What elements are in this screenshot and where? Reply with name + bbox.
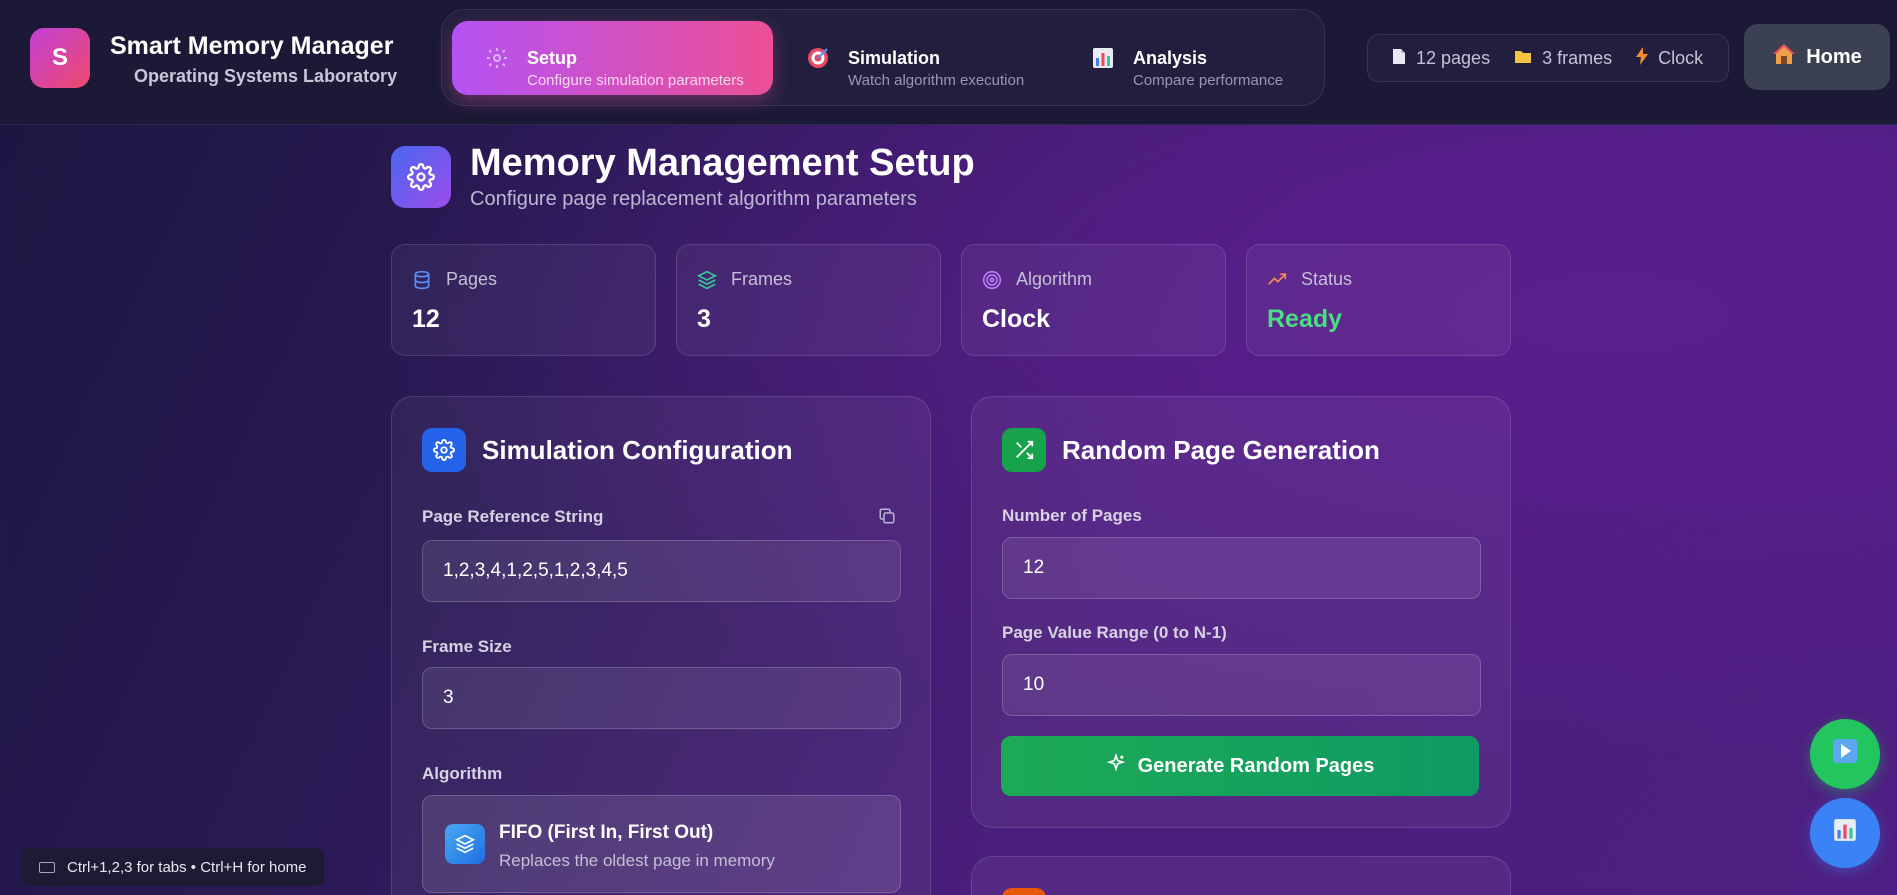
frame-size-input[interactable]: 3 [422,667,901,729]
sparkles-icon [1106,752,1126,779]
simulation-config-panel: Simulation Configuration Page Reference … [391,396,931,895]
play-icon [1832,738,1858,771]
page-range-label: Page Value Range (0 to N-1) [1002,623,1227,642]
keyboard-shortcut-hint: Ctrl+1,2,3 for tabs • Ctrl+H for home [21,848,324,886]
tab-label: Analysis [1133,48,1208,68]
bar-chart-icon [1090,46,1116,72]
page-gear-icon [391,146,451,208]
play-fab-button[interactable] [1810,719,1880,789]
panel-icon [1002,888,1046,895]
stat-label: Frames [731,269,793,289]
home-button-label: Home [1806,45,1862,68]
stat-label: Status [1301,269,1353,289]
tab-simulation[interactable]: Simulation Watch algorithm execution [773,21,1049,95]
header-stats: 12 pages 3 frames Clock [1367,34,1729,82]
next-panel [971,856,1511,895]
algorithm-label: Algorithm [422,764,503,783]
top-header: S Smart Memory Manager Operating Systems… [0,0,1897,125]
ref-string-input[interactable]: 1,2,3,4,1,2,5,1,2,3,4,5 [422,540,901,602]
shuffle-icon [1002,428,1046,472]
tab-setup[interactable]: Setup Configure simulation parameters [452,21,773,95]
algorithm-description: Replaces the oldest page in memory [499,851,775,870]
stat-card-pages: Pages 12 [391,244,656,356]
tab-subtitle: Configure simulation parameters [527,72,744,89]
tab-bar: Setup Configure simulation parameters Si… [441,9,1325,106]
generate-button-label: Generate Random Pages [1137,754,1375,777]
tab-subtitle: Compare performance [1133,72,1284,89]
stat-card-algorithm: Algorithm Clock [961,244,1226,356]
header-stat-pages: 12 pages [1392,48,1490,69]
home-button[interactable]: Home [1744,24,1890,90]
tab-label: Simulation [848,48,941,68]
stat-label: Algorithm [1016,269,1093,289]
analysis-fab-button[interactable] [1810,798,1880,868]
folder-icon [1514,49,1532,68]
tab-analysis[interactable]: Analysis Compare performance [1058,21,1308,95]
header-stat-algorithm: Clock [1636,47,1703,69]
trending-up-icon [1267,270,1287,290]
layers-icon [445,824,485,864]
generate-random-pages-button[interactable]: Generate Random Pages [1001,736,1479,796]
target-icon [982,270,1002,290]
num-pages-input[interactable]: 12 [1002,537,1481,599]
algorithm-option-fifo[interactable]: FIFO (First In, First Out) Replaces the … [422,795,901,893]
app-logo[interactable]: S [30,28,90,88]
stat-value: Clock [982,305,1051,333]
bar-chart-icon [1832,817,1858,850]
frame-size-label: Frame Size [422,637,512,656]
algorithm-name: FIFO (First In, First Out) [499,822,714,843]
stat-card-status: Status Ready [1246,244,1511,356]
header-algorithm-text: Clock [1658,47,1704,68]
header-stat-frames: 3 frames [1514,48,1612,69]
ref-string-label: Page Reference String [422,507,604,526]
shortcut-text: Ctrl+1,2,3 for tabs • Ctrl+H for home [67,858,307,876]
header-frames-text: 3 frames [1542,47,1613,68]
gear-icon [484,46,510,72]
target-icon [805,46,831,72]
stat-card-frames: Frames 3 [676,244,941,356]
layers-icon [696,270,718,290]
tab-label: Setup [527,48,578,68]
header-pages-text: 12 pages [1416,47,1491,68]
logo-letter: S [51,44,68,71]
house-icon [1772,43,1796,71]
page-icon [1392,48,1406,69]
app-subtitle: Operating Systems Laboratory [134,66,398,86]
stat-value: 3 [697,305,711,333]
tab-subtitle: Watch algorithm execution [848,72,1025,89]
page-subtitle: Configure page replacement algorithm par… [470,188,917,210]
gear-icon [422,428,466,472]
status-value: Ready [1267,305,1343,333]
stat-label: Pages [446,269,498,289]
panel-title: Random Page Generation [1062,435,1380,465]
page-range-input[interactable]: 10 [1002,654,1481,716]
panel-title: Simulation Configuration [482,435,793,465]
num-pages-label: Number of Pages [1002,506,1142,525]
keyboard-icon [39,861,55,873]
copy-icon[interactable] [878,507,896,530]
database-icon [412,270,432,290]
page-title: Memory Management Setup [470,142,975,184]
stat-value: 12 [412,305,440,333]
app-title: Smart Memory Manager [110,32,394,60]
lightning-icon [1636,47,1649,69]
